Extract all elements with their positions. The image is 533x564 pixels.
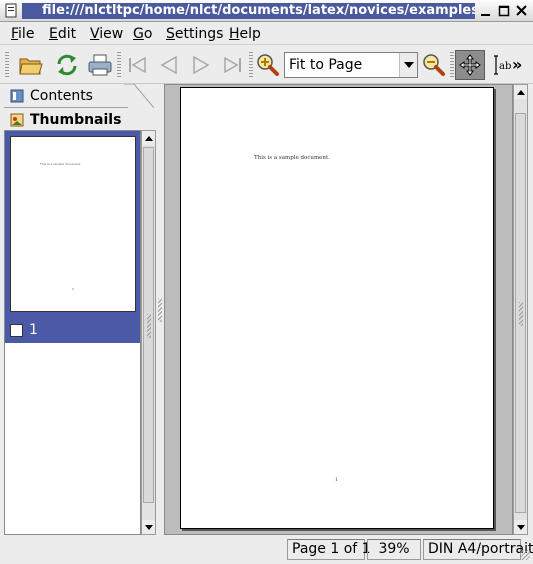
tab-thumbnails[interactable]: Thumbnails <box>4 108 154 132</box>
scroll-down-button[interactable] <box>514 520 527 534</box>
toolbar: Fit to Page ab » <box>0 46 533 84</box>
status-page: Page 1 of 1 <box>287 539 371 560</box>
menu-mnemonic: E <box>49 26 58 42</box>
menu-mnemonic: F <box>11 26 19 42</box>
status-paper-size: DIN A4/portrait <box>423 539 533 560</box>
open-button[interactable] <box>16 50 46 80</box>
thumbnail-item[interactable]: This is a sample document. 1 1 <box>5 131 140 343</box>
menu-file[interactable]: File <box>11 26 34 42</box>
scrollbar-thumb[interactable] <box>515 113 526 513</box>
move-tool-button[interactable] <box>455 50 485 80</box>
viewer-scrollbar[interactable] <box>513 84 528 535</box>
window-title: file:///nlctltpc/home/nlct/documents/lat… <box>42 3 475 18</box>
tab-contents[interactable]: Contents <box>4 84 128 108</box>
svg-text:ab: ab <box>499 61 511 72</box>
toolbar-grip[interactable] <box>5 52 9 78</box>
menu-view[interactable]: View <box>90 26 123 42</box>
zoom-in-button[interactable] <box>253 50 283 80</box>
first-page-icon <box>129 56 146 74</box>
last-page-button[interactable] <box>218 50 248 80</box>
thumbnail-text: This is a sample document. <box>40 162 82 166</box>
reload-button[interactable] <box>52 50 82 80</box>
minimize-button[interactable] <box>477 2 495 20</box>
status-bar: Page 1 of 1 39% DIN A4/portrait <box>0 539 533 564</box>
open-icon <box>19 58 43 75</box>
menu-bar: File Edit View Go Settings Help <box>0 23 533 45</box>
zoom-in-icon <box>257 54 279 76</box>
tab-edge <box>124 84 154 108</box>
menu-mnemonic: G <box>133 26 144 42</box>
first-page-button[interactable] <box>122 50 152 80</box>
print-button[interactable] <box>85 50 115 80</box>
menu-edit[interactable]: Edit <box>49 26 76 42</box>
menu-mnemonic: H <box>229 26 240 42</box>
document-viewer[interactable]: This is a sample document. 1 <box>164 84 513 535</box>
scroll-down-button[interactable] <box>142 520 155 534</box>
scroll-up-button[interactable] <box>142 131 155 145</box>
panel-splitter[interactable] <box>157 84 164 539</box>
next-page-icon <box>193 55 210 75</box>
zoom-select-value: Fit to Page <box>289 57 363 73</box>
menu-settings[interactable]: Settings <box>166 26 223 42</box>
scrollbar-grip <box>519 302 523 326</box>
side-panel: Contents Thumbnails This is a sample doc… <box>0 84 160 539</box>
zoom-out-button[interactable] <box>419 50 449 80</box>
maximize-icon <box>498 5 510 17</box>
toolbar-overflow-button[interactable]: » <box>512 55 522 74</box>
menu-mnemonic: V <box>90 26 100 42</box>
scroll-up-button[interactable] <box>514 85 527 99</box>
thumbnail-scrollbar[interactable] <box>141 130 156 535</box>
title-bar[interactable]: file:///nlctltpc/home/nlct/documents/lat… <box>0 0 533 22</box>
tab-contents-label: Contents <box>30 88 93 104</box>
contents-icon <box>10 89 24 103</box>
thumbnails-icon <box>10 113 24 127</box>
chevron-down-icon <box>403 62 414 68</box>
document-text: This is a sample document. <box>254 155 330 161</box>
toolbar-separator <box>117 52 121 78</box>
document-page-number: 1 <box>335 478 338 483</box>
menu-mnemonic: S <box>166 26 175 42</box>
last-page-icon <box>224 56 241 74</box>
thumbnail-page-preview[interactable]: This is a sample document. 1 <box>10 136 136 312</box>
menu-go[interactable]: Go <box>133 26 152 42</box>
window-title-field: file:///nlctltpc/home/nlct/documents/lat… <box>22 3 475 19</box>
reload-icon <box>57 54 77 76</box>
resize-grip[interactable] <box>520 550 530 560</box>
arrow-up-icon <box>516 89 525 95</box>
minimize-icon <box>481 14 490 16</box>
thumbnail-list[interactable]: This is a sample document. 1 1 <box>4 130 141 535</box>
print-icon <box>88 54 112 76</box>
thumbnail-page-number: 1 <box>72 287 74 291</box>
close-icon <box>516 5 527 16</box>
next-page-button[interactable] <box>186 50 216 80</box>
status-zoom: 39% <box>367 539 421 560</box>
close-button[interactable] <box>513 2 531 20</box>
scrollbar-thumb[interactable] <box>143 147 154 503</box>
app-icon[interactable] <box>4 3 19 18</box>
splitter-grip <box>158 298 162 322</box>
zoom-dropdown-button[interactable] <box>399 53 417 77</box>
thumbnail-checkbox[interactable] <box>10 324 23 337</box>
arrow-down-icon <box>144 524 153 530</box>
tab-thumbnails-label: Thumbnails <box>30 112 122 128</box>
previous-page-icon <box>160 55 177 75</box>
arrow-up-icon <box>144 135 153 141</box>
menu-help[interactable]: Help <box>229 26 261 42</box>
zoom-out-icon <box>423 54 445 76</box>
thumbnail-label: 1 <box>29 322 38 338</box>
arrow-down-icon <box>516 524 525 530</box>
scrollbar-grip <box>147 314 151 338</box>
toolbar-separator <box>450 52 454 78</box>
zoom-select[interactable]: Fit to Page <box>284 52 418 78</box>
move-tool-icon <box>459 54 481 76</box>
previous-page-button[interactable] <box>154 50 184 80</box>
document-page[interactable]: This is a sample document. 1 <box>180 87 494 529</box>
maximize-button[interactable] <box>495 2 513 20</box>
